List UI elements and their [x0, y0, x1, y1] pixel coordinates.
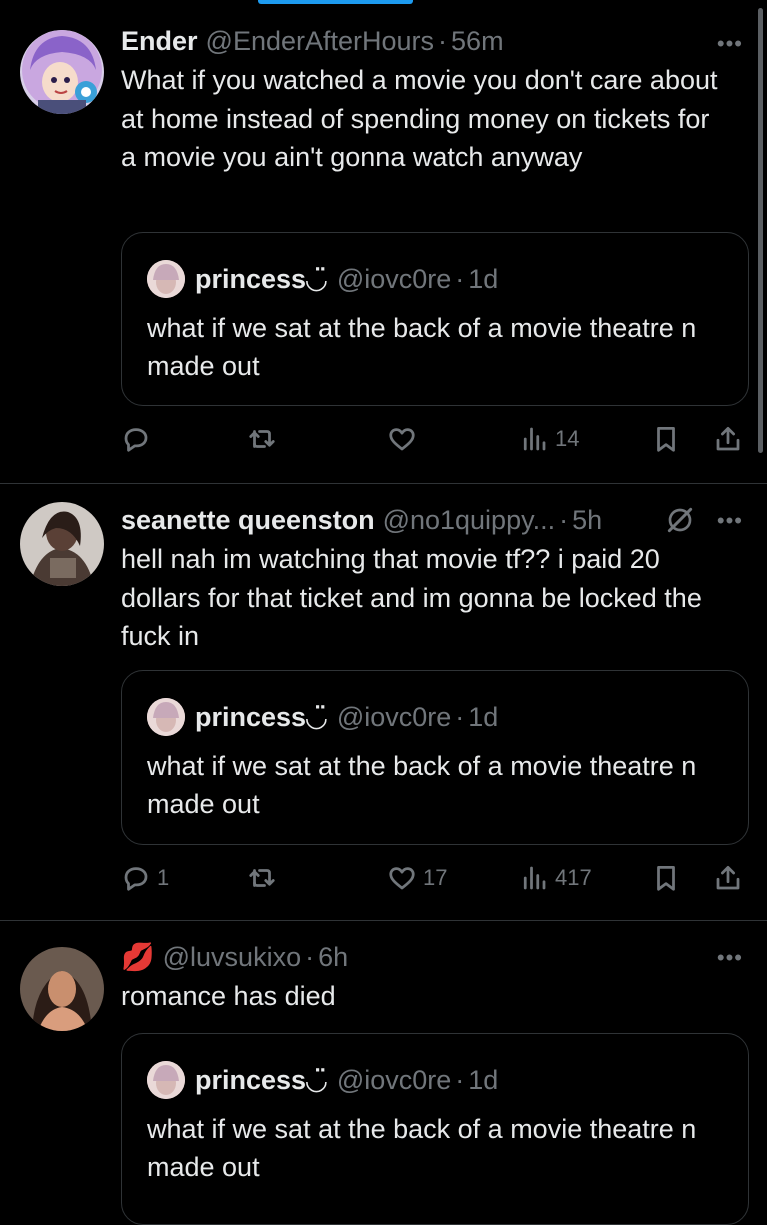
reply-icon — [124, 428, 148, 452]
reply-button[interactable]: 1 — [121, 858, 169, 898]
more-options-icon[interactable]: ••• — [717, 508, 743, 534]
tweet-text: What if you watched a movie you don't ca… — [121, 65, 718, 172]
tweet[interactable]: 💋 @luvsukixo · 6h romance has died ••• p… — [0, 921, 767, 1225]
bookmark-button[interactable] — [651, 419, 681, 459]
quote-user-handle: @iovc0re — [336, 701, 452, 732]
quoted-tweet[interactable]: princess◡̈ @iovc0re · 1d what if we sat … — [121, 232, 749, 406]
bookmark-icon — [657, 866, 675, 891]
avatar-anime-character — [20, 30, 104, 114]
user-handle[interactable]: @luvsukixo — [163, 939, 301, 975]
views-button[interactable]: 417 — [519, 858, 592, 898]
avatar[interactable] — [20, 502, 104, 586]
quote-display-name: princess◡̈ — [195, 263, 327, 294]
share-icon — [716, 866, 740, 890]
bookmark-icon — [657, 427, 675, 452]
separator-dot: · — [305, 942, 315, 972]
display-name[interactable]: 💋 — [121, 939, 155, 975]
quote-avatar — [147, 698, 185, 736]
action-bar: 1 17 417 — [121, 858, 751, 898]
display-name[interactable]: Ender — [121, 23, 198, 59]
retweet-icon — [249, 430, 275, 448]
view-count: 14 — [555, 426, 580, 451]
quote-user-handle: @iovc0re — [336, 1064, 452, 1095]
quote-avatar — [147, 260, 185, 298]
retweet-icon — [249, 869, 275, 887]
user-handle[interactable]: @no1quippy... — [383, 502, 556, 538]
bookmark-button[interactable] — [651, 858, 681, 898]
tweet[interactable]: Ender @EnderAfterHours · 56m What if you… — [0, 0, 767, 483]
share-button[interactable] — [713, 858, 743, 898]
quoted-tweet[interactable]: princess◡̈ @iovc0re · 1d what if we sat … — [121, 670, 749, 845]
like-count: 17 — [423, 865, 448, 890]
quote-text: what if we sat at the back of a movie th… — [147, 751, 697, 819]
quote-user-handle: @iovc0re — [336, 263, 452, 294]
avatar[interactable] — [20, 30, 104, 114]
share-icon — [716, 427, 740, 451]
retweet-button[interactable] — [247, 419, 283, 459]
quote-timestamp: 1d — [468, 701, 499, 732]
quote-display-name: princess◡̈ — [195, 1064, 327, 1095]
views-button[interactable]: 14 — [519, 419, 579, 459]
tweet-text: hell nah im watching that movie tf?? i p… — [121, 544, 702, 651]
separator-dot: · — [438, 26, 448, 56]
heart-icon — [389, 867, 415, 890]
like-button[interactable]: 17 — [387, 858, 447, 898]
tweet-text: romance has died — [121, 981, 336, 1011]
more-options-icon[interactable]: ••• — [717, 31, 743, 57]
tweet[interactable]: seanette queenston @no1quippy... · 5h he… — [0, 484, 767, 920]
quote-timestamp: 1d — [468, 263, 499, 294]
separator-dot: · — [559, 505, 569, 535]
timestamp[interactable]: 6h — [318, 939, 348, 975]
quote-timestamp: 1d — [468, 1064, 499, 1095]
separator-dot: · — [455, 263, 465, 294]
share-button[interactable] — [713, 419, 743, 459]
reply-button[interactable] — [121, 419, 157, 459]
analytics-icon — [523, 427, 546, 451]
reply-icon — [124, 867, 148, 891]
separator-dot: · — [455, 701, 465, 732]
user-handle[interactable]: @EnderAfterHours — [206, 23, 435, 59]
heart-icon — [389, 428, 415, 451]
quote-text: what if we sat at the back of a movie th… — [147, 313, 697, 381]
display-name[interactable]: seanette queenston — [121, 502, 375, 538]
quote-avatar — [147, 1061, 185, 1099]
grok-icon[interactable] — [664, 504, 696, 536]
quote-display-name: princess◡̈ — [195, 701, 327, 732]
timestamp[interactable]: 56m — [451, 23, 504, 59]
quote-text: what if we sat at the back of a movie th… — [147, 1114, 697, 1182]
retweet-button[interactable] — [247, 858, 283, 898]
avatar-photo — [20, 502, 104, 586]
view-count: 417 — [555, 865, 592, 890]
quoted-tweet[interactable]: princess◡̈ @iovc0re · 1d what if we sat … — [121, 1033, 749, 1225]
avatar-photo — [20, 947, 104, 1031]
more-options-icon[interactable]: ••• — [717, 945, 743, 971]
action-bar: 14 — [121, 419, 751, 459]
timestamp[interactable]: 5h — [572, 502, 602, 538]
reply-count: 1 — [157, 865, 170, 890]
separator-dot: · — [455, 1064, 465, 1095]
avatar[interactable] — [20, 947, 104, 1031]
analytics-icon — [523, 866, 546, 890]
like-button[interactable] — [387, 419, 423, 459]
